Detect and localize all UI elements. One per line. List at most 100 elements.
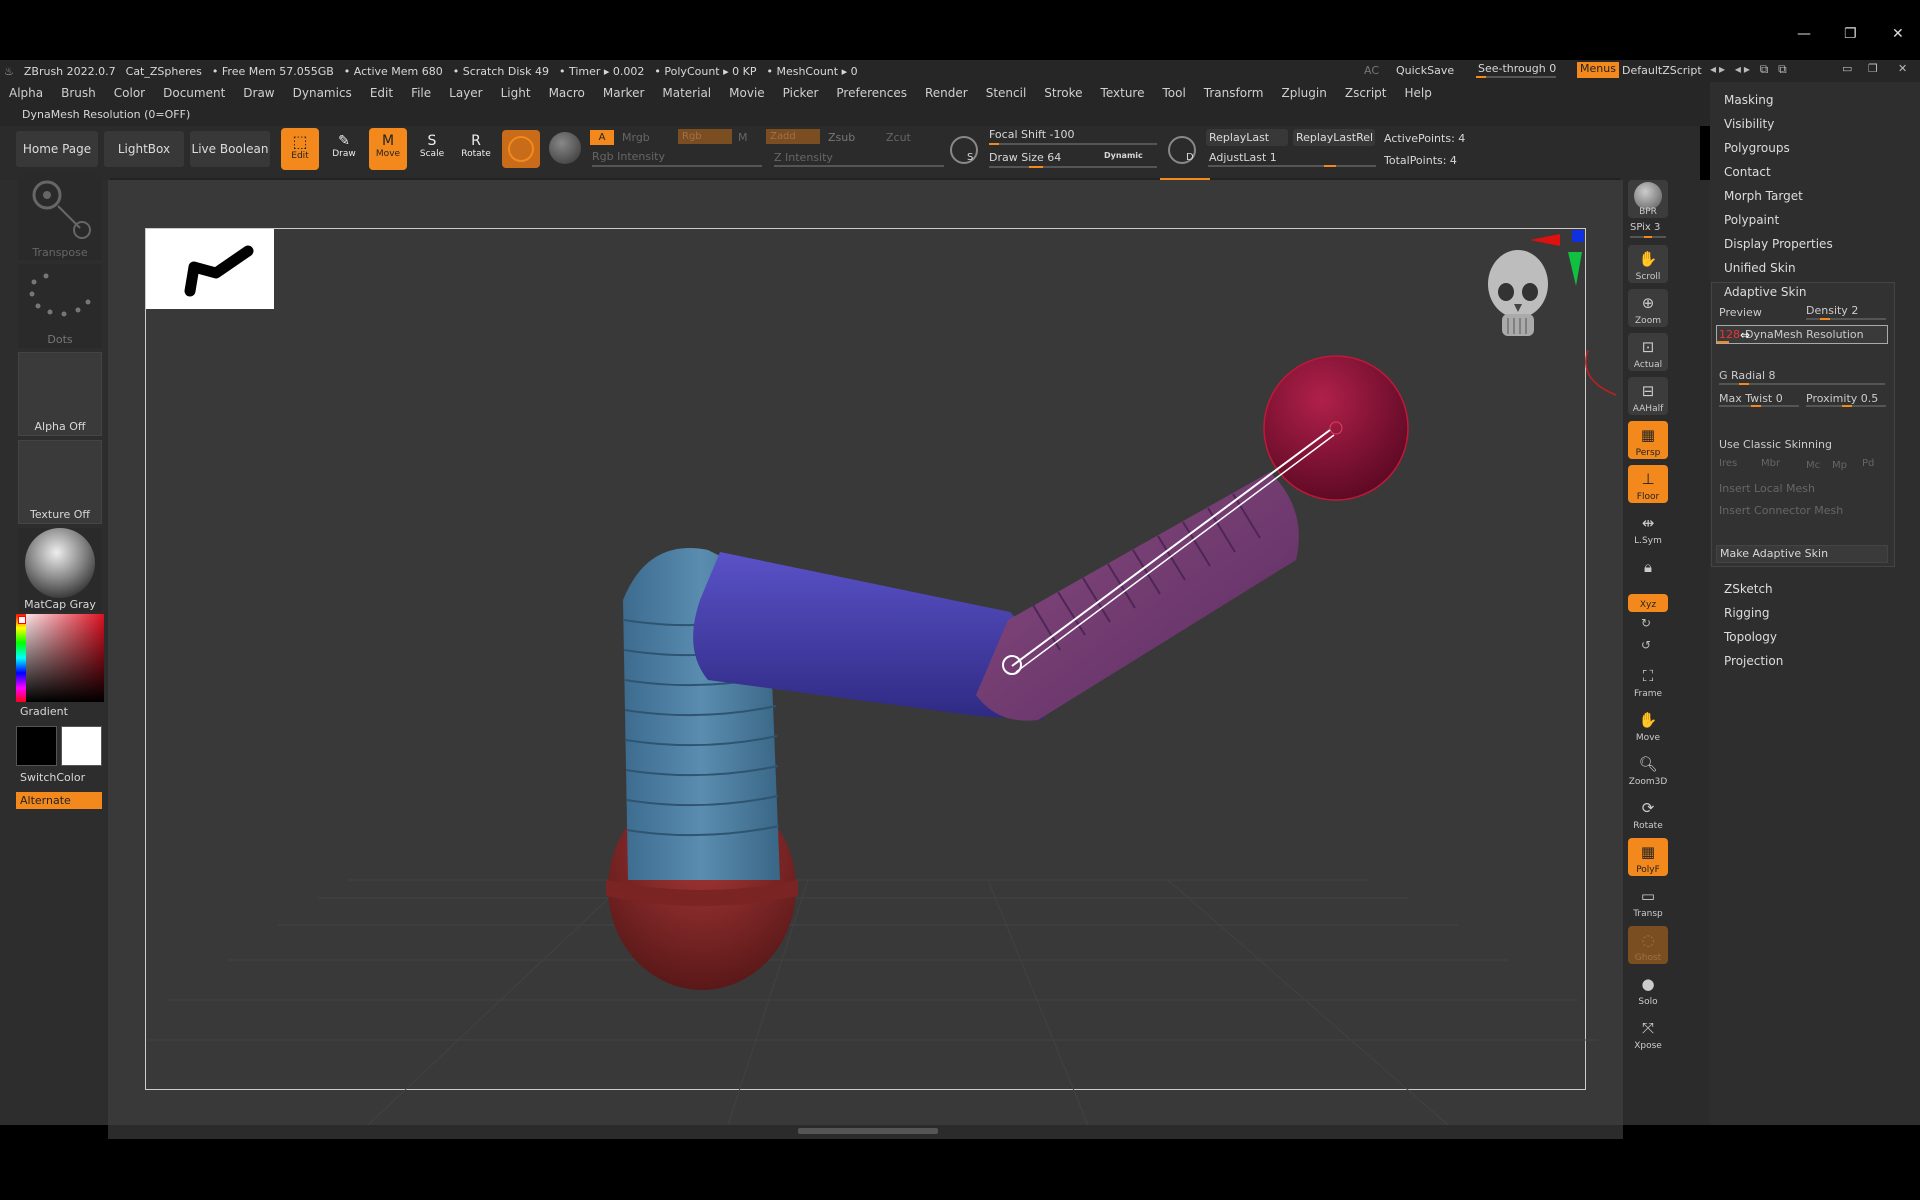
palette-item-rigging[interactable]: Rigging <box>1724 606 1769 620</box>
adaptive-skin-title[interactable]: Adaptive Skin <box>1724 285 1806 299</box>
palette-item-unified-skin[interactable]: Unified Skin <box>1724 261 1796 275</box>
menu-layer[interactable]: Layer <box>440 86 491 100</box>
lsym-button[interactable]: ⇹ L.Sym <box>1628 509 1668 547</box>
menu-dynamics[interactable]: Dynamics <box>284 86 361 100</box>
menu-zplugin[interactable]: Zplugin <box>1273 86 1336 100</box>
brush-size-icon[interactable] <box>950 136 978 164</box>
move-button[interactable]: M Move <box>369 128 407 170</box>
zcut-toggle[interactable]: Zcut <box>886 131 911 144</box>
rgb-toggle[interactable]: Rgb <box>678 129 732 144</box>
zoom3d-button[interactable]: 🔍︎ Zoom3D <box>1628 750 1668 788</box>
g-radial-slider[interactable]: G Radial 8 <box>1719 369 1776 382</box>
minimize-icon[interactable]: — <box>1797 26 1811 42</box>
sculpt-mode-button[interactable] <box>502 130 540 168</box>
edit-button[interactable]: ⬚ Edit <box>281 128 319 170</box>
ires-slider[interactable]: Ires <box>1719 458 1737 469</box>
axis-gizmo-icon[interactable] <box>1528 226 1588 288</box>
menu-marker[interactable]: Marker <box>594 86 653 100</box>
transpose-tool[interactable]: Transpose <box>18 174 102 260</box>
menu-movie[interactable]: Movie <box>720 86 774 100</box>
use-classic-skinning-button[interactable]: Use Classic Skinning <box>1719 438 1832 451</box>
home-page-button[interactable]: Home Page <box>16 131 98 167</box>
zsub-toggle[interactable]: Zsub <box>828 131 855 144</box>
mbr-slider[interactable]: Mbr <box>1761 458 1780 469</box>
seethrough-slider[interactable]: See-through 0 <box>1478 62 1556 75</box>
spix-slider[interactable]: SPix 3 <box>1630 222 1660 233</box>
solo-button[interactable]: ● Solo <box>1628 970 1668 1008</box>
palette-item-masking[interactable]: Masking <box>1724 93 1773 107</box>
scroll-button[interactable]: ✋ Scroll <box>1628 245 1668 283</box>
menu-transform[interactable]: Transform <box>1195 86 1273 100</box>
color-picker[interactable] <box>16 614 104 702</box>
zsphere-chain-pink[interactable] <box>976 472 1299 721</box>
scale-button[interactable]: S Scale <box>413 128 451 170</box>
secondary-color-swatch[interactable] <box>16 726 57 766</box>
quicksave-button[interactable]: QuickSave <box>1396 64 1454 77</box>
adjust-last-slider[interactable]: AdjustLast 1 <box>1209 151 1277 164</box>
menu-macro[interactable]: Macro <box>540 86 594 100</box>
menu-render[interactable]: Render <box>916 86 977 100</box>
palette-item-polygroups[interactable]: Polygroups <box>1724 141 1790 155</box>
m-toggle[interactable]: M <box>738 131 748 144</box>
script-label[interactable]: DefaultZScript <box>1622 64 1702 77</box>
mrgb-toggle[interactable]: Mrgb <box>622 131 650 144</box>
palette-item-contact[interactable]: Contact <box>1724 165 1771 179</box>
palette-item-polypaint[interactable]: Polypaint <box>1724 213 1779 227</box>
texture-slot[interactable]: Texture Off <box>18 440 102 524</box>
rgb-intensity-slider[interactable]: Rgb Intensity <box>592 150 665 163</box>
panel-minimize-icon[interactable]: ▭ <box>1842 62 1852 75</box>
menu-alpha[interactable]: Alpha <box>0 86 52 100</box>
preview-button[interactable]: Preview <box>1719 306 1762 319</box>
panel-restore-icon[interactable]: ❐ <box>1868 62 1878 75</box>
gradient-label[interactable]: Gradient <box>20 705 68 718</box>
menu-draw[interactable]: Draw <box>234 86 283 100</box>
ghost-button[interactable]: ◌ Ghost <box>1628 926 1668 964</box>
stroke-dots[interactable]: Dots <box>18 264 102 348</box>
palette-item-visibility[interactable]: Visibility <box>1724 117 1774 131</box>
menu-tool[interactable]: Tool <box>1153 86 1194 100</box>
menu-color[interactable]: Color <box>105 86 154 100</box>
draw-button[interactable]: ✎ Draw <box>325 128 363 170</box>
move-view-button[interactable]: ✋ Move <box>1628 706 1668 744</box>
palette-item-topology[interactable]: Topology <box>1724 630 1777 644</box>
insert-connector-mesh-button[interactable]: Insert Connector Mesh <box>1719 504 1843 517</box>
menu-edit[interactable]: Edit <box>361 86 402 100</box>
close-icon[interactable]: ✕ <box>1892 26 1904 42</box>
rotate-y-icon[interactable]: ↻ <box>1641 616 1651 630</box>
palette-item-projection[interactable]: Projection <box>1724 654 1783 668</box>
transp-button[interactable]: ▭ Transp <box>1628 882 1668 920</box>
alternate-button[interactable]: Alternate <box>16 792 102 809</box>
menu-document[interactable]: Document <box>154 86 234 100</box>
menu-texture[interactable]: Texture <box>1092 86 1154 100</box>
menu-stencil[interactable]: Stencil <box>977 86 1036 100</box>
mp-toggle[interactable]: Mp <box>1832 460 1847 471</box>
hue-strip[interactable] <box>16 614 104 702</box>
zsphere-tip-selected[interactable] <box>1263 355 1409 501</box>
zoom-button[interactable]: ⊕ Zoom <box>1628 289 1668 327</box>
focal-shift-slider[interactable]: Focal Shift -100 <box>989 128 1074 141</box>
material-sphere-icon[interactable] <box>549 132 581 164</box>
menu-preferences[interactable]: Preferences <box>827 86 916 100</box>
menu-light[interactable]: Light <box>492 86 540 100</box>
rotate-z-icon[interactable]: ↺ <box>1641 638 1651 652</box>
layout-icons[interactable]: ◂▸ ◂▸ ⧉ ⧉ <box>1710 62 1790 77</box>
replay-last-rel-button[interactable]: ReplayLastRel <box>1293 129 1375 146</box>
bottom-tray-strip[interactable] <box>108 1125 1623 1139</box>
menu-material[interactable]: Material <box>653 86 720 100</box>
a-toggle[interactable]: A <box>590 130 614 145</box>
switchcolor-button[interactable]: SwitchColor <box>20 771 85 784</box>
menu-zscript[interactable]: Zscript <box>1336 86 1396 100</box>
zadd-toggle[interactable]: Zadd <box>766 129 820 144</box>
polyf-button[interactable]: ▦ PolyF <box>1628 838 1668 876</box>
z-intensity-slider[interactable]: Z Intensity <box>774 151 833 164</box>
palette-item-zsketch[interactable]: ZSketch <box>1724 582 1773 596</box>
lock-button[interactable]: 🔒︎ <box>1628 553 1668 591</box>
ac-label[interactable]: AC <box>1364 64 1379 77</box>
alpha-slot[interactable]: Alpha Off <box>18 352 102 436</box>
bpr-button[interactable]: BPR <box>1628 180 1668 218</box>
material-slot[interactable]: MatCap Gray <box>18 528 102 612</box>
rotate-button[interactable]: R Rotate <box>457 128 495 170</box>
density-slider[interactable]: Density 2 <box>1806 304 1858 317</box>
menu-file[interactable]: File <box>402 86 440 100</box>
viewport-scene[interactable] <box>108 180 1623 1125</box>
